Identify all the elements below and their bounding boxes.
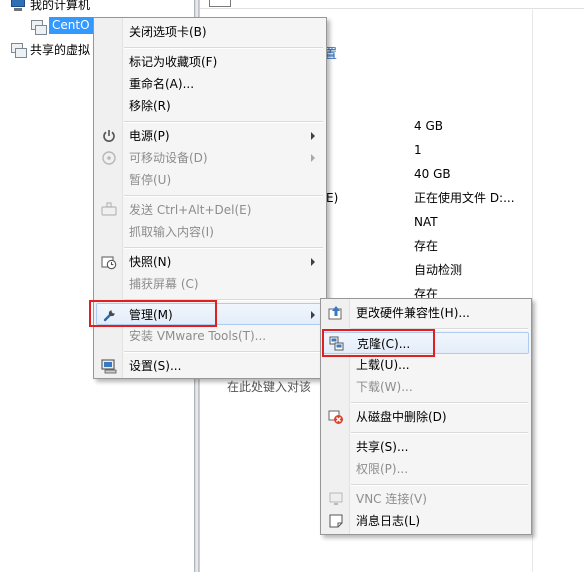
menu-item-removable-devices[interactable]: 可移动设备(D) [96, 147, 324, 169]
menu-item-label: 电源(P) [129, 129, 170, 143]
menu-separator [351, 328, 528, 330]
divider [532, 8, 533, 572]
menu-item-permissions[interactable]: 权限(P)... [323, 458, 529, 480]
menu-item-settings[interactable]: 设置(S)... [96, 355, 324, 377]
menu-separator [124, 351, 323, 353]
settings-vm-icon [101, 358, 117, 374]
menu-item-label: 设置(S)... [129, 359, 182, 373]
menu-item-label: 捕获屏幕 (C) [129, 277, 199, 291]
menu-item-send-ctrl-alt-del[interactable]: 发送 Ctrl+Alt+Del(E) [96, 199, 324, 221]
shared-vm-icon [10, 42, 27, 58]
menu-item-label: 移除(R) [129, 99, 171, 113]
memory-value: 4 GB [414, 119, 443, 133]
menu-item-label: 重命名(A)... [129, 77, 195, 91]
menu-item-label: 下载(W)... [356, 380, 413, 394]
menu-separator [351, 432, 528, 434]
usb-value: 存在 [414, 239, 439, 253]
menu-item-vnc-connection[interactable]: VNC 连接(V) [323, 488, 529, 510]
menu-item-grab-input[interactable]: 抓取输入内容(I) [96, 221, 324, 243]
menu-item-remove[interactable]: 移除(R) [96, 95, 324, 117]
message-log-icon [328, 513, 344, 529]
menu-item-label: 发送 Ctrl+Alt+Del(E) [129, 203, 252, 217]
tree-item-my-computer[interactable]: 我的计算机 [10, 0, 190, 14]
menu-item-label: 安装 VMware Tools(T)... [129, 329, 267, 343]
menu-separator [124, 121, 323, 123]
device-label-fragment: E) [326, 191, 339, 205]
submenu-arrow-icon [311, 258, 315, 266]
keyboard-icon [101, 202, 117, 218]
menu-item-label: VNC 连接(V) [356, 492, 427, 506]
submenu-arrow-icon [311, 154, 315, 162]
divider [200, 8, 584, 9]
manage-submenu: 更改硬件兼容性(H)... 克隆(C)... 上载(U)... 下载(W)...… [320, 298, 532, 535]
menu-separator [124, 47, 323, 49]
upgrade-arrow-icon [328, 305, 344, 321]
menu-item-share[interactable]: 共享(S)... [323, 436, 529, 458]
menu-item-delete-from-disk[interactable]: 从磁盘中删除(D) [323, 406, 529, 428]
menu-item-upload[interactable]: 上载(U)... [323, 354, 529, 376]
vnc-monitor-icon [328, 491, 344, 507]
menu-separator [124, 299, 323, 301]
tree-item-label: 我的计算机 [30, 0, 91, 12]
computer-icon [10, 0, 26, 12]
menu-item-install-vmware-tools[interactable]: 安装 VMware Tools(T)... [96, 325, 324, 347]
disk-value: 40 GB [414, 167, 451, 181]
submenu-arrow-icon [311, 132, 315, 140]
snapshot-clock-icon [101, 254, 117, 270]
vm-context-menu: 关闭选项卡(B) 标记为收藏项(F) 重命名(A)... 移除(R) 电源(P)… [93, 17, 327, 379]
menu-item-label: 更改硬件兼容性(H)... [356, 306, 470, 320]
processors-value: 1 [414, 143, 422, 157]
menu-item-favorite[interactable]: 标记为收藏项(F) [96, 51, 324, 73]
menu-separator [124, 247, 323, 249]
menu-item-label: 关闭选项卡(B) [129, 25, 207, 39]
tree-item-label: 共享的虚拟 [30, 43, 91, 57]
sound-value: 自动检测 [414, 263, 463, 277]
menu-separator [124, 195, 323, 197]
menu-item-label: 克隆(C)... [357, 337, 411, 351]
delete-icon [328, 409, 344, 425]
menu-separator [351, 484, 528, 486]
menu-item-close-tab[interactable]: 关闭选项卡(B) [96, 21, 324, 43]
menu-item-label: 上载(U)... [356, 358, 410, 372]
network-value: NAT [414, 215, 438, 229]
menu-item-label: 暂停(U) [129, 173, 172, 187]
menu-item-power[interactable]: 电源(P) [96, 125, 324, 147]
menu-item-label: 可移动设备(D) [129, 151, 208, 165]
power-icon [101, 128, 117, 144]
menu-item-label: 抓取输入内容(I) [129, 225, 214, 239]
menu-item-rename[interactable]: 重命名(A)... [96, 73, 324, 95]
menu-item-manage[interactable]: 管理(M) [96, 303, 324, 325]
menu-item-pause[interactable]: 暂停(U) [96, 169, 324, 191]
menu-item-label: 共享(S)... [356, 440, 409, 454]
vm-icon [30, 19, 47, 35]
panel-frame [209, 0, 231, 7]
menu-item-label: 快照(N) [129, 255, 172, 269]
submenu-arrow-icon [311, 311, 315, 319]
menu-item-label: 标记为收藏项(F) [129, 55, 218, 69]
menu-item-label: 权限(P)... [356, 462, 409, 476]
menu-item-download[interactable]: 下载(W)... [323, 376, 529, 398]
menu-item-label: 消息日志(L) [356, 514, 421, 528]
menu-item-capture-screen[interactable]: 捕获屏幕 (C) [96, 273, 324, 295]
menu-item-clone[interactable]: 克隆(C)... [323, 332, 529, 354]
menu-separator [351, 402, 528, 404]
description-hint: 在此处键入对该 [227, 380, 312, 394]
disc-icon [101, 150, 117, 166]
clone-icon [329, 336, 345, 352]
menu-item-snapshot[interactable]: 快照(N) [96, 251, 324, 273]
menu-item-message-log[interactable]: 消息日志(L) [323, 510, 529, 532]
wrench-icon [102, 307, 118, 323]
menu-item-change-hw-compat[interactable]: 更改硬件兼容性(H)... [323, 302, 529, 324]
tree-item-centos-selected[interactable]: CentO [49, 17, 93, 34]
menu-item-label: 从磁盘中删除(D) [356, 410, 447, 424]
menu-item-label: 管理(M) [129, 308, 173, 322]
cdrom-value: 正在使用文件 D:... [414, 191, 515, 205]
